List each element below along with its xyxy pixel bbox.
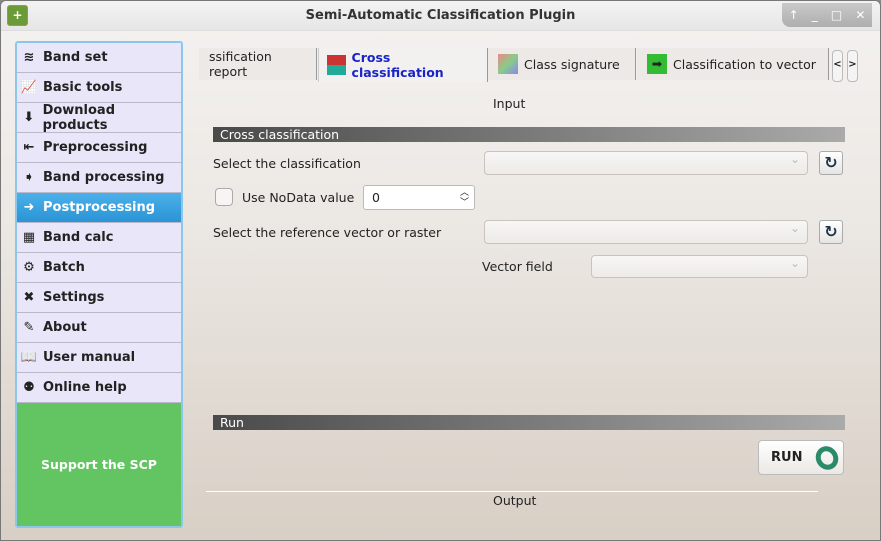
tab-label: Class signature <box>524 56 620 72</box>
sidebar-item-settings[interactable]: ✖ Settings <box>17 283 181 313</box>
sidebar-item-label: Batch <box>43 260 85 275</box>
tab-classification-to-vector[interactable]: ➡ Classification to vector <box>637 48 829 80</box>
scroll-tabs-left-button[interactable]: < <box>832 50 843 82</box>
spin-arrows-icon[interactable]: ︿ ﹀ <box>460 186 469 208</box>
sidebar-item-label: User manual <box>43 350 136 365</box>
vector-field-combobox[interactable] <box>591 255 808 278</box>
main-window: + Semi-Automatic Classification Plugin ↑… <box>0 0 881 541</box>
help-icon: ⚉ <box>23 380 35 395</box>
input-label: Input <box>493 96 526 111</box>
sidebar-item-band-set[interactable]: ≋ Band set <box>17 43 181 73</box>
sidebar-item-label: Settings <box>43 290 105 305</box>
sidebar-item-batch[interactable]: ⚙ Batch <box>17 253 181 283</box>
output-divider <box>206 491 818 492</box>
sidebar-item-user-manual[interactable]: 📖 User manual <box>17 343 181 373</box>
keep-above-icon[interactable]: ↑ <box>789 8 799 22</box>
calculator-icon: ▦ <box>22 230 36 245</box>
run-button[interactable]: RUN <box>758 440 844 475</box>
scroll-tabs-right-button[interactable]: > <box>847 50 858 82</box>
use-nodata-checkbox[interactable] <box>215 188 233 206</box>
sidebar-item-label: About <box>43 320 87 335</box>
cross-classification-section-header: Cross classification <box>213 127 845 142</box>
support-scp-button[interactable]: Support the SCP <box>17 403 181 526</box>
use-nodata-label: Use NoData value <box>242 190 355 205</box>
select-reference-label: Select the reference vector or raster <box>213 225 442 240</box>
refresh-reference-button[interactable]: ↻ <box>819 220 843 244</box>
layers-icon: ≋ <box>23 50 35 65</box>
tab-class-signature[interactable]: Class signature <box>488 48 636 80</box>
nodata-value-spinbox[interactable]: 0 ︿ ﹀ <box>363 185 475 210</box>
title-bar: + Semi-Automatic Classification Plugin ↑… <box>1 1 880 31</box>
sidebar-item-band-processing[interactable]: ➧ Band processing <box>17 163 181 193</box>
maximize-icon[interactable]: □ <box>831 8 842 22</box>
sidebar-item-online-help[interactable]: ⚉ Online help <box>17 373 181 403</box>
sidebar-item-label: Band calc <box>43 230 114 245</box>
tab-label: Cross classification <box>351 50 444 80</box>
tab-label: Classification to vector <box>673 56 816 72</box>
sidebar-item-about[interactable]: ✎ About <box>17 313 181 343</box>
window-controls: ↑ _ □ ✕ <box>782 3 872 27</box>
chart-icon: 📈 <box>20 80 38 95</box>
output-label[interactable]: Output <box>493 493 536 508</box>
class-signature-icon <box>498 54 518 74</box>
run-section-header: Run <box>213 415 845 430</box>
sidebar: ≋ Band set 📈 Basic tools ⬇ Download product… <box>15 41 183 528</box>
nodata-value: 0 <box>372 190 380 205</box>
sidebar-item-label: Online help <box>43 380 127 395</box>
tab-label: ssification report <box>209 49 272 79</box>
sidebar-item-preprocessing[interactable]: ⇤ Preprocessing <box>17 133 181 163</box>
download-icon: ⬇ <box>23 110 35 125</box>
sidebar-item-basic-tools[interactable]: 📈 Basic tools <box>17 73 181 103</box>
sidebar-item-band-calc[interactable]: ▦ Band calc <box>17 223 181 253</box>
sidebar-item-label: Band processing <box>43 170 165 185</box>
tab-bar: ssification report Cross classification … <box>199 48 859 82</box>
arrow-circle-icon: ➜ <box>23 200 35 215</box>
minimize-icon[interactable]: _ <box>812 8 818 22</box>
sidebar-item-postprocessing[interactable]: ➜ Postprocessing <box>17 193 181 223</box>
close-icon[interactable]: ✕ <box>855 8 865 22</box>
batch-icon: ⚙ <box>23 260 35 275</box>
import-icon: ⇤ <box>23 140 35 155</box>
tools-icon: ✖ <box>23 290 35 305</box>
run-icon <box>811 441 843 474</box>
sidebar-item-label: Download products <box>42 102 116 133</box>
sidebar-item-label: Postprocessing <box>43 200 156 215</box>
refresh-icon: ↻ <box>824 222 838 241</box>
cross-classification-icon <box>327 55 346 75</box>
book-icon: 📖 <box>20 350 38 365</box>
refresh-icon: ↻ <box>824 153 838 172</box>
classification-to-vector-icon: ➡ <box>647 54 667 74</box>
sidebar-item-label: Basic tools <box>43 80 123 95</box>
select-classification-label: Select the classification <box>213 156 361 171</box>
run-label: RUN <box>771 450 803 465</box>
tab-classification-report[interactable]: ssification report <box>199 48 317 80</box>
sidebar-item-label: Preprocessing <box>43 140 148 155</box>
arrow-icon: ➧ <box>23 170 35 185</box>
vector-field-label: Vector field <box>482 259 553 274</box>
tab-cross-classification[interactable]: Cross classification <box>318 48 488 82</box>
reference-combobox[interactable] <box>484 220 808 244</box>
refresh-classification-button[interactable]: ↻ <box>819 151 843 175</box>
classification-combobox[interactable] <box>484 151 808 175</box>
sidebar-item-label: Band set <box>43 50 108 65</box>
note-icon: ✎ <box>23 320 35 335</box>
window-title: Semi-Automatic Classification Plugin <box>305 8 576 23</box>
sidebar-item-download-products[interactable]: ⬇ Download products <box>17 103 181 133</box>
